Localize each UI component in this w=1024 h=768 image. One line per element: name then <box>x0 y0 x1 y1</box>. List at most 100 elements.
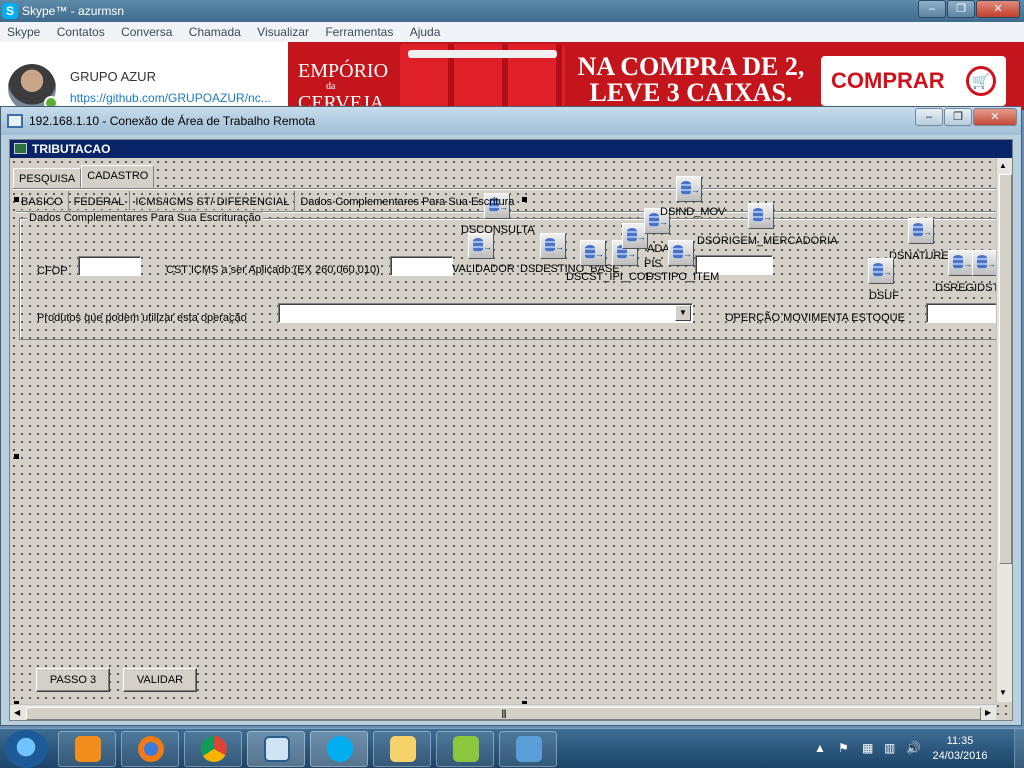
menu-ajuda[interactable]: Ajuda <box>403 22 447 39</box>
tab-cadastro[interactable]: CADASTRO <box>81 165 155 188</box>
dsregidstv-extra-icon[interactable] <box>972 250 998 276</box>
tab-pesquisa[interactable]: PESQUISA <box>13 168 82 188</box>
dsdestino-base-icon[interactable] <box>540 233 566 259</box>
tab-dados-complementares[interactable]: Dados Complementares Para Sua Escritura <box>295 191 519 211</box>
produtos-label: Produtos que podem utilizar esta operaçã… <box>37 312 247 324</box>
dstipo-item-icon[interactable] <box>668 240 694 266</box>
dsorigem-mercadoria-icon[interactable] <box>748 203 774 229</box>
taskbar-image-viewer[interactable] <box>499 731 557 767</box>
taskbar-chrome[interactable] <box>184 731 242 767</box>
form-title-bar[interactable]: TRIBUTACAO <box>10 140 1012 158</box>
skype-title-bar[interactable]: S Skype™ - azurmsn – ❐ ✕ <box>0 0 1024 22</box>
network-icon[interactable]: ▥ <box>884 741 895 755</box>
rdp-minimize-button[interactable]: – <box>915 108 943 126</box>
horizontal-scrollbar[interactable]: ◀ ||| ▶ <box>10 704 996 720</box>
up-arrow-icon[interactable]: ▲ <box>814 741 826 755</box>
show-desktop-button[interactable] <box>1014 729 1024 768</box>
profile-url-link[interactable]: https://github.com/GRUPOAZUR/nc... <box>70 91 271 105</box>
selection-handle[interactable] <box>14 454 19 459</box>
tab-basico[interactable]: BASICO <box>16 191 69 211</box>
start-button[interactable] <box>4 730 48 768</box>
dscst-ipi-cof-label: DSCST_IPI_COF <box>566 271 653 283</box>
movimenta-field[interactable] <box>926 303 1001 323</box>
menu-skype[interactable]: Skype <box>0 22 46 39</box>
skype-window-buttons: – ❐ ✕ <box>918 0 1020 18</box>
profile-name: GRUPO AZUR <box>70 69 156 84</box>
dsind-mov-label: DSIND_MOV <box>660 206 726 218</box>
produtos-combo[interactable]: ▼ <box>278 303 693 323</box>
scroll-down-icon[interactable]: ▼ <box>999 688 1007 697</box>
chrome-icon <box>201 736 227 762</box>
dsind-mov-icon[interactable] <box>676 176 702 202</box>
speaker-icon[interactable]: 🔊 <box>906 741 921 755</box>
horizontal-scroll-thumb[interactable]: ||| <box>26 707 981 720</box>
cart-icon: 🛒 <box>966 66 996 96</box>
cst-field[interactable] <box>390 256 453 276</box>
skype-maximize-button[interactable]: ❐ <box>947 0 975 18</box>
taskbar-remote-desktop[interactable] <box>247 731 305 767</box>
dsnatureza-icon[interactable] <box>908 218 934 244</box>
vertical-scrollbar[interactable]: ▲ ▼ <box>996 158 1012 702</box>
flag-icon[interactable]: ⚑ <box>838 741 849 755</box>
rdp-maximize-button[interactable]: ❐ <box>944 108 972 126</box>
menu-conversa[interactable]: Conversa <box>114 22 178 39</box>
taskbar-explorer[interactable] <box>373 731 431 767</box>
menu-visualizar[interactable]: Visualizar <box>250 22 315 39</box>
selection-handle[interactable] <box>14 197 19 202</box>
ada-label: ADA <box>647 243 670 255</box>
dsregidstv-icon[interactable] <box>948 250 974 276</box>
taskbar-media-player[interactable] <box>58 731 116 767</box>
rdp-title: 192.168.1.10 - Conexão de Área de Trabal… <box>29 114 316 128</box>
skype-close-button[interactable]: ✕ <box>976 0 1020 18</box>
selection-handle[interactable] <box>522 197 527 202</box>
chevron-down-icon[interactable]: ▼ <box>675 305 691 321</box>
rdp-close-button[interactable]: ✕ <box>973 108 1017 126</box>
dsuf-icon[interactable] <box>868 258 894 284</box>
main-tabs: PESQUISA CADASTRO <box>13 165 155 188</box>
menu-ferramentas[interactable]: Ferramentas <box>318 22 399 39</box>
skype-profile[interactable]: GRUPO AZUR https://github.com/GRUPOAZUR/… <box>0 42 288 112</box>
folder-icon <box>390 736 416 762</box>
image-viewer-icon <box>516 736 542 762</box>
tab-icms[interactable]: ICMS/ICMS ST/ DIFERENCIAL <box>130 191 296 211</box>
tab-federal[interactable]: FEDERAL <box>68 191 131 211</box>
taskbar: ▲ ⚑ ▦ ▥ 🔊 11:35 24/03/2016 <box>0 728 1024 768</box>
scroll-up-icon[interactable]: ▲ <box>999 161 1007 170</box>
comprar-label: COMPRAR <box>831 68 945 93</box>
ad-headline: NA COMPRA DE 2, LEVE 3 CAIXAS. <box>576 54 806 106</box>
media-player-icon <box>75 736 101 762</box>
cfop-field[interactable] <box>78 256 141 276</box>
passo3-button[interactable]: PASSO 3 <box>36 668 110 692</box>
dscst-ipi-cof-icon[interactable] <box>580 240 606 266</box>
clock-date: 24/03/2016 <box>932 750 988 762</box>
form-title: TRIBUTACAO <box>32 142 111 156</box>
notepad-icon <box>453 736 479 762</box>
taskbar-skype[interactable] <box>310 731 368 767</box>
taskbar-notepadpp[interactable] <box>436 731 494 767</box>
menu-chamada[interactable]: Chamada <box>182 22 247 39</box>
windows-icon[interactable]: ▦ <box>862 741 873 755</box>
clock[interactable]: 11:35 24/03/2016 <box>920 734 1000 764</box>
vertical-scroll-thumb[interactable] <box>999 174 1012 564</box>
validar-button[interactable]: VALIDAR <box>123 668 197 692</box>
validador-icon[interactable] <box>468 233 494 259</box>
rdp-title-bar[interactable]: 192.168.1.10 - Conexão de Área de Trabal… <box>1 107 1021 135</box>
dsorigem-mercadoria-label: DSORIGEM_MERCADORIA <box>697 235 838 247</box>
scroll-right-icon[interactable]: ▶ <box>985 708 991 717</box>
advertisement-banner[interactable]: EMPÓRIO da CERVEJA NA COMPRA DE 2, LEVE … <box>288 42 1024 110</box>
beer-cans-image <box>400 44 565 110</box>
firefox-icon <box>138 736 164 762</box>
main-tab-divider <box>13 188 998 190</box>
scroll-left-icon[interactable]: ◀ <box>14 708 20 717</box>
taskbar-firefox[interactable] <box>121 731 179 767</box>
skype-minimize-button[interactable]: – <box>918 0 946 18</box>
group-box-label: Dados Complementares Para Sua Escrituraç… <box>27 212 263 224</box>
remote-desktop-window: 192.168.1.10 - Conexão de Área de Trabal… <box>0 106 1022 726</box>
menu-contatos[interactable]: Contatos <box>50 22 111 39</box>
skype-title: Skype™ - azurmsn <box>22 4 125 18</box>
form-design-surface[interactable]: PESQUISA CADASTRO BASICO FEDERAL ICMS/IC… <box>10 158 1012 720</box>
comprar-button[interactable]: COMPRAR 🛒 <box>821 56 1006 106</box>
avatar[interactable] <box>8 64 58 112</box>
skype-icon <box>327 736 353 762</box>
sub-tabs: BASICO FEDERAL ICMS/ICMS ST/ DIFERENCIAL… <box>16 191 519 211</box>
